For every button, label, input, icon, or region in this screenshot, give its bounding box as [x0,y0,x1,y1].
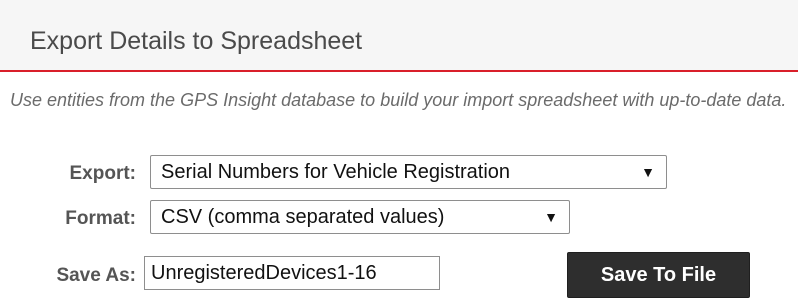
format-label: Format: [65,208,136,229]
format-select[interactable]: CSV (comma separated values) ▼ [150,200,570,234]
save-as-label: Save As: [56,265,136,286]
dropdown-arrow-icon: ▼ [544,209,558,225]
save-to-file-button[interactable]: Save To File [567,252,750,298]
dropdown-arrow-icon: ▼ [641,164,655,180]
export-form: Export: Serial Numbers for Vehicle Regis… [0,0,798,303]
format-row: Format: CSV (comma separated values) ▼ [0,198,798,238]
export-label: Export: [69,163,137,184]
save-as-input[interactable] [144,256,440,290]
export-row: Export: Serial Numbers for Vehicle Regis… [0,153,798,193]
format-select-value: CSV (comma separated values) [161,206,445,228]
export-select[interactable]: Serial Numbers for Vehicle Registration … [150,155,667,189]
save-as-row: Save As: Save To File [0,250,798,298]
export-select-value: Serial Numbers for Vehicle Registration [161,161,511,183]
export-details-panel: Export Details to Spreadsheet Use entiti… [0,0,798,303]
